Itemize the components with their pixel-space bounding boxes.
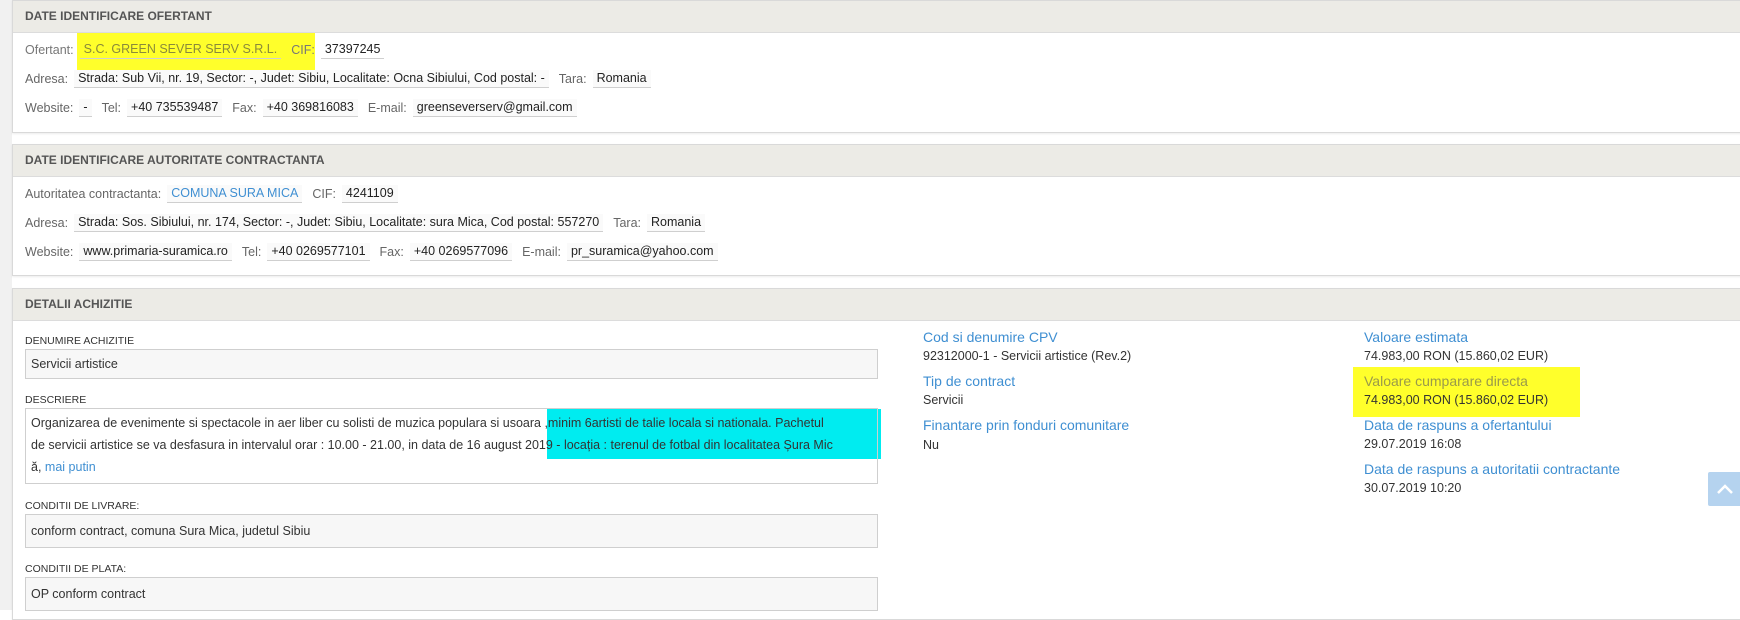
page-left-gutter <box>0 0 12 610</box>
tip-contract-value: Servicii <box>923 393 964 407</box>
ofertant-tel-label: Tel: <box>101 101 122 115</box>
autoritate-fax-label: Fax: <box>379 245 404 259</box>
valoare-estimata-title: Valoare estimata <box>1364 329 1469 345</box>
ofertant-label: Ofertant: <box>25 43 74 57</box>
ofertant-adresa-label: Adresa: <box>25 72 69 86</box>
ofertant-contact-row: Website: - Tel: +40 735539487 Fax: +40 3… <box>25 99 587 117</box>
autoritate-address-row: Adresa: Strada: Sos. Sibiului, nr. 174, … <box>25 214 715 232</box>
ofertant-website-value: - <box>79 99 92 117</box>
descriere-label: DESCRIERE <box>25 394 87 406</box>
ofertant-tara-value: Romania <box>592 70 651 88</box>
autoritate-website-label: Website: <box>25 245 74 259</box>
ofertant-name[interactable]: S.C. GREEN SEVER SERV S.R.L. <box>79 41 282 59</box>
tip-contract-title: Tip de contract <box>923 373 1016 389</box>
autoritate-tel-value: +40 0269577101 <box>267 243 370 261</box>
autoritate-link[interactable]: COMUNA SURA MICA <box>167 185 303 203</box>
descriere-field: Organizarea de evenimente si spectacole … <box>25 408 878 484</box>
ofertant-email-label: E-mail: <box>367 101 407 115</box>
autoritate-fax-value: +40 0269577096 <box>409 243 513 261</box>
autoritate-tel-label: Tel: <box>241 245 262 259</box>
cpv-value: 92312000-1 - Servicii artistice (Rev.2) <box>923 349 1132 363</box>
denumire-label: DENUMIRE ACHIZITIE <box>25 335 135 347</box>
descriere-line-1: Organizarea de evenimente si spectacole … <box>31 416 824 430</box>
valoare-estimata-value: 74.983,00 RON (15.860,02 EUR) <box>1364 349 1549 363</box>
ofertant-adresa-value: Strada: Sub Vii, nr. 19, Sector: -, Jude… <box>74 70 549 88</box>
detalii-panel: DETALII ACHIZITIE DENUMIRE ACHIZITIE Ser… <box>12 288 1740 620</box>
finantare-title: Finantare prin fonduri comunitare <box>923 417 1130 433</box>
ofertant-website-label: Website: <box>25 101 74 115</box>
ofertant-fax-label: Fax: <box>232 101 257 115</box>
livrare-value: conform contract, comuna Sura Mica, jude… <box>31 524 311 538</box>
raspuns-ofertant-title: Data de raspuns a ofertantului <box>1364 417 1552 433</box>
finantare-value: Nu <box>923 438 939 452</box>
autoritate-cif-value: 4241109 <box>341 185 398 203</box>
ofertant-fax-value: +40 369816083 <box>262 99 358 117</box>
livrare-label: CONDITII DE LIVRARE: <box>25 500 140 512</box>
autoritate-tara-label: Tara: <box>613 216 642 230</box>
autoritate-contact-row: Website: www.primaria-suramica.ro Tel: +… <box>25 243 728 261</box>
autoritate-email-label: E-mail: <box>522 245 561 259</box>
autoritate-adresa-value: Strada: Sos. Sibiului, nr. 174, Sector: … <box>74 214 604 232</box>
ofertant-panel: DATE IDENTIFICARE OFERTANT Ofertant: S.C… <box>12 0 1740 133</box>
autoritate-email-value: pr_suramica@yahoo.com <box>566 243 718 261</box>
raspuns-ofertant-value: 29.07.2019 16:08 <box>1364 437 1462 451</box>
mai-putin-link[interactable]: mai putin <box>45 460 96 474</box>
ofertant-tara-label: Tara: <box>558 72 587 86</box>
cpv-title: Cod si denumire CPV <box>923 329 1058 345</box>
ofertant-address-row: Adresa: Strada: Sub Vii, nr. 19, Sector:… <box>25 70 661 88</box>
autoritate-adresa-label: Adresa: <box>25 216 69 230</box>
descriere-line-3: ă, mai putin <box>31 456 872 478</box>
autoritate-panel: DATE IDENTIFICARE AUTORITATE CONTRACTANT… <box>12 144 1740 276</box>
scroll-to-top-button[interactable] <box>1708 472 1740 506</box>
autoritate-heading: DATE IDENTIFICARE AUTORITATE CONTRACTANT… <box>13 145 1740 177</box>
denumire-value: Servicii artistice <box>31 357 118 371</box>
autoritate-website-value: www.primaria-suramica.ro <box>79 243 232 261</box>
denumire-field: Servicii artistice <box>25 349 878 379</box>
detalii-heading: DETALII ACHIZITIE <box>13 289 1740 321</box>
ofertant-cif-label: CIF: <box>291 43 315 57</box>
raspuns-autoritate-value: 30.07.2019 10:20 <box>1364 481 1462 495</box>
ofertant-heading: DATE IDENTIFICARE OFERTANT <box>13 1 1740 33</box>
ofertant-email-value: greenseverserv@gmail.com <box>412 99 577 117</box>
autoritate-cif-label: CIF: <box>312 187 336 201</box>
autoritate-label: Autoritatea contractanta: <box>25 187 162 201</box>
livrare-field: conform contract, comuna Sura Mica, jude… <box>25 514 878 548</box>
autoritate-row: Autoritatea contractanta: COMUNA SURA MI… <box>25 185 408 203</box>
ofertant-cif-value: 37397245 <box>320 41 385 59</box>
autoritate-tara-value: Romania <box>647 214 706 232</box>
ofertant-row: Ofertant: S.C. GREEN SEVER SERV S.R.L. C… <box>25 41 394 59</box>
plata-label: CONDITII DE PLATA: <box>25 563 127 575</box>
descriere-line-2: de servicii artistice se va desfasura in… <box>31 438 833 452</box>
plata-field: OP conform contract <box>25 577 878 611</box>
raspuns-autoritate-title: Data de raspuns a autoritatii contractan… <box>1364 461 1621 477</box>
valoare-directa-value: 74.983,00 RON (15.860,02 EUR) <box>1364 393 1549 407</box>
valoare-directa-title: Valoare cumparare directa <box>1364 373 1528 389</box>
ofertant-tel-value: +40 735539487 <box>127 99 223 117</box>
descriere-line-3-text: ă, <box>31 460 42 474</box>
plata-value: OP conform contract <box>31 587 146 601</box>
chevron-up-icon <box>1717 484 1733 494</box>
